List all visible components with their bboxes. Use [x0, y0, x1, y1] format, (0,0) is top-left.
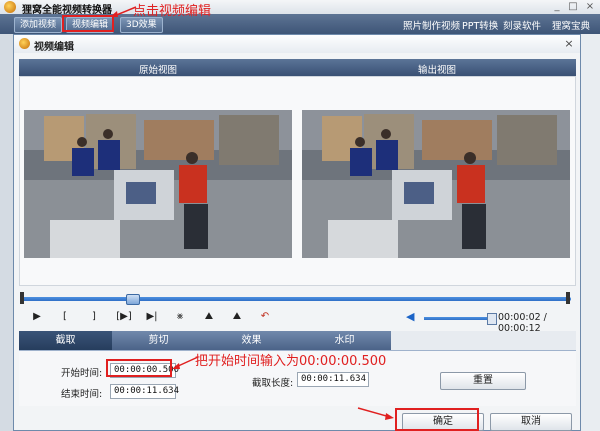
- next-frame-button[interactable]: ▶|: [144, 310, 160, 324]
- annotation-top-text: 点击视频编辑: [133, 4, 212, 19]
- annotation-highlight-start: [106, 359, 172, 377]
- seek-bar[interactable]: [22, 297, 571, 301]
- seek-thumb[interactable]: [125, 294, 140, 305]
- store-scene-image: [302, 110, 570, 258]
- start-time-label: 开始时间:: [61, 368, 103, 379]
- menu-liwo-guide[interactable]: 狸窝宝典: [552, 18, 590, 32]
- minimize-button[interactable]: _: [550, 1, 564, 13]
- cancel-button[interactable]: 取消: [490, 413, 572, 431]
- tab-watermark[interactable]: 水印: [298, 331, 392, 350]
- menu-photo-video[interactable]: 照片制作视频: [403, 18, 460, 32]
- add-video-button[interactable]: 添加视频: [14, 17, 63, 33]
- tab-effects[interactable]: 效果: [205, 331, 299, 350]
- dialog-title-bar: 视频编辑 ×: [14, 35, 580, 53]
- mark-in-button[interactable]: [: [57, 310, 73, 324]
- volume-thumb[interactable]: [486, 313, 497, 325]
- end-time-label: 结束时间:: [61, 389, 103, 400]
- rotate-right-icon[interactable]: ⛰: [229, 310, 245, 324]
- mark-out-button[interactable]: ]: [86, 310, 102, 324]
- trim-end-marker[interactable]: [566, 292, 570, 304]
- undo-icon[interactable]: ↶: [257, 310, 273, 324]
- app-logo-icon: [4, 1, 16, 13]
- annotation-arrow-ok: [357, 407, 394, 420]
- effect-3d-button[interactable]: 3D效果: [120, 17, 163, 33]
- dialog-title: 视频编辑: [34, 42, 74, 53]
- volume-slider[interactable]: [424, 317, 494, 320]
- original-view-header: 原始视图: [138, 65, 177, 76]
- edit-tabs: 截取 剪切 效果 水印: [19, 331, 576, 350]
- video-area: [19, 76, 576, 286]
- reset-button[interactable]: 重置: [440, 372, 526, 390]
- view-headers: 原始视图 输出视图: [19, 59, 576, 76]
- annotation-highlight-edit: [62, 15, 114, 32]
- trim-length-label: 截取长度:: [252, 378, 294, 389]
- tab-crop[interactable]: 剪切: [112, 331, 206, 350]
- menu-burn-software[interactable]: 刻录软件: [503, 18, 541, 32]
- background-panel: [581, 34, 600, 431]
- output-view-header: 输出视图: [417, 65, 456, 76]
- tab-strip-filler: [391, 331, 576, 350]
- menu-ppt-convert[interactable]: PPT转换: [462, 18, 498, 32]
- dialog-close-button[interactable]: ×: [562, 37, 576, 51]
- app-title-bar: 狸窝全能视频转换器 _ □ ×: [0, 0, 600, 16]
- maximize-button[interactable]: □: [566, 1, 580, 13]
- flip-icon[interactable]: ⨳: [172, 310, 188, 324]
- end-time-input[interactable]: 00:00:11.634: [110, 384, 179, 399]
- volume-icon[interactable]: ◀: [406, 310, 420, 324]
- annotation-highlight-ok: [395, 408, 479, 431]
- play-selection-button[interactable]: [▶]: [114, 310, 134, 324]
- play-button[interactable]: ▶: [29, 310, 45, 324]
- close-app-button[interactable]: ×: [583, 1, 597, 13]
- output-video-frame: [302, 110, 570, 258]
- original-video-frame: [24, 110, 292, 258]
- rotate-left-icon[interactable]: ⛰: [201, 310, 217, 324]
- store-scene-image: [24, 110, 292, 258]
- video-edit-dialog: 视频编辑 × 原始视图 输出视图 ▶ [] [▶] ▶| ⨳ ⛰ ⛰ ↶ ◀ …: [13, 34, 581, 431]
- trim-length-input[interactable]: 00:00:11.634: [297, 372, 369, 387]
- trim-start-marker[interactable]: [20, 292, 24, 304]
- annotation-start-text: 把开始时间输入为00:00:00.500: [195, 354, 387, 369]
- playback-controls: ▶ [ ] [▶] ▶| ⨳ ⛰ ⛰ ↶ ◀ 00:00:02 / 00:00:…: [19, 306, 576, 334]
- tab-trim[interactable]: 截取: [19, 331, 113, 350]
- dialog-logo-icon: [19, 38, 30, 49]
